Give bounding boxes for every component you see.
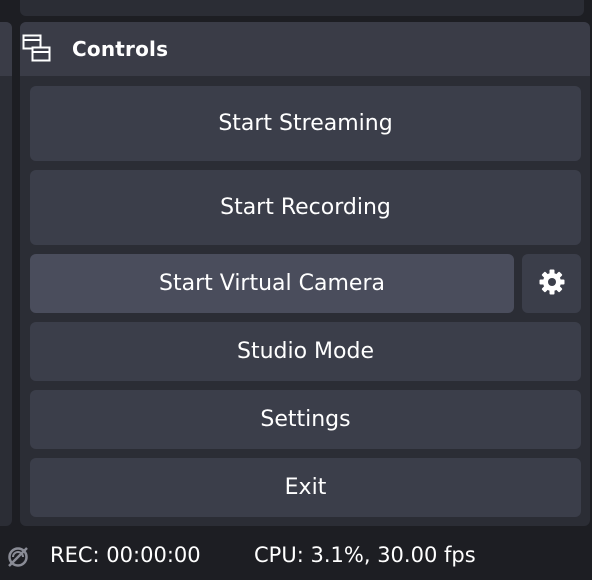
cpu-fps-readout: CPU: 3.1%, 30.00 fps: [254, 543, 476, 567]
start-recording-button[interactable]: Start Recording: [30, 170, 581, 245]
controls-dock: Controls Start Streaming Start Recording…: [20, 22, 590, 526]
recording-timer: REC: 00:00:00: [50, 543, 201, 567]
status-bar: REC: 00:00:00 CPU: 3.1%, 30.00 fps: [0, 534, 592, 580]
no-stream-icon: [6, 545, 30, 569]
left-dock-edge: [0, 22, 12, 526]
virtual-camera-settings-button[interactable]: [522, 254, 581, 313]
dock-title: Controls: [72, 37, 169, 61]
cpu-value: 3.1%,: [310, 543, 371, 567]
upper-dock-edge: [20, 0, 584, 16]
dock-undock-icon[interactable]: [22, 34, 52, 64]
rec-label: REC:: [50, 543, 100, 567]
start-virtual-camera-button[interactable]: Start Virtual Camera: [30, 254, 514, 313]
studio-mode-button[interactable]: Studio Mode: [30, 322, 581, 381]
left-dock-header: [0, 22, 12, 76]
obs-window: Controls Start Streaming Start Recording…: [0, 0, 592, 580]
fps-value: 30.00 fps: [377, 543, 476, 567]
gear-icon: [538, 268, 566, 300]
settings-button[interactable]: Settings: [30, 390, 581, 449]
exit-button[interactable]: Exit: [30, 458, 581, 517]
cpu-label: CPU:: [254, 543, 304, 567]
start-streaming-button[interactable]: Start Streaming: [30, 86, 581, 161]
rec-time: 00:00:00: [106, 543, 201, 567]
controls-dock-header[interactable]: Controls: [20, 22, 590, 76]
